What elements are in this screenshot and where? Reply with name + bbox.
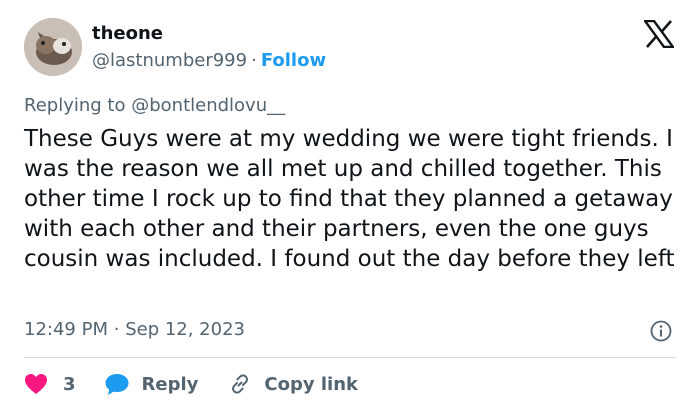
x-logo-icon[interactable] <box>644 20 674 48</box>
info-icon[interactable] <box>650 320 672 342</box>
reply-button[interactable]: Reply <box>104 372 199 396</box>
like-count: 3 <box>63 373 76 395</box>
link-icon <box>232 374 249 394</box>
divider <box>24 357 676 358</box>
avatar-image <box>24 18 82 76</box>
separator-dot: · <box>251 50 257 71</box>
reply-label: Reply <box>141 373 199 395</box>
copy-link-button[interactable]: Copy link <box>228 372 358 396</box>
copy-link-label: Copy link <box>264 373 358 395</box>
reply-handle[interactable]: @bontlendlovu__ <box>131 95 285 116</box>
action-bar: 3 Reply Copy link <box>24 370 358 398</box>
separator-dot: · <box>113 319 120 340</box>
follow-button[interactable]: Follow <box>261 50 326 71</box>
replying-to: Replying to @bontlendlovu__ <box>24 95 285 116</box>
tweet-text: These Guys were at my wedding we were ti… <box>24 126 675 272</box>
tweet-time[interactable]: 12:49 PM <box>24 319 108 340</box>
heart-icon <box>25 374 47 394</box>
speech-bubble-icon <box>105 374 129 395</box>
timestamp-row: 12:49 PM · Sep 12, 2023 <box>24 319 245 340</box>
user-handle[interactable]: @lastnumber999 <box>92 50 247 71</box>
avatar[interactable] <box>24 18 82 76</box>
display-name[interactable]: theone <box>92 23 163 44</box>
replying-prefix: Replying to <box>24 95 126 116</box>
handle-row: @lastnumber999 · Follow <box>92 50 326 71</box>
tweet-date[interactable]: Sep 12, 2023 <box>125 319 245 340</box>
like-button[interactable]: 3 <box>24 373 76 395</box>
